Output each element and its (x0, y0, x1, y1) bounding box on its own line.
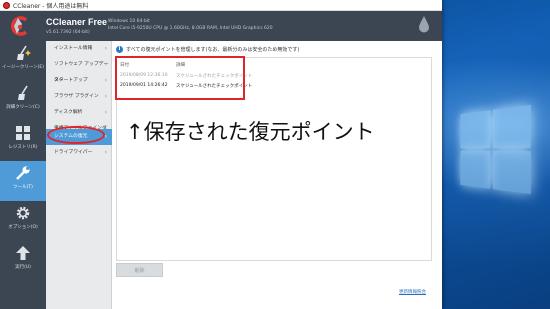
chevron-right-icon: › (104, 93, 107, 100)
submenu-item-drive-wiper[interactable]: ドライブワイパー › (46, 145, 112, 161)
info-bar: i すべての復元ポイントを管理します(なお、最新分のみは安全のため無効です) (116, 43, 438, 55)
submenu-item-label: インストール情報 (54, 46, 93, 51)
sidebar-item-registry[interactable]: レジストリ(R) (0, 121, 46, 161)
highlight-circle (47, 126, 105, 144)
title-bar[interactable]: CCleaner - 個人用途は無料 (0, 0, 442, 11)
ccleaner-app-icon (3, 1, 10, 9)
submenu-item-uninstall[interactable]: インストール情報 › (46, 41, 112, 57)
check-updates-link[interactable]: 更新情報照合 (399, 289, 426, 295)
system-hardware: Intel Core i5-9250U CPU @ 1.60GHz, 8.0GB… (108, 26, 273, 31)
system-info: Windows 10 64-bit Intel Core i5-9250U CP… (108, 18, 273, 32)
sidebar-item-custom-clean[interactable]: 詳細クリーン(C) (0, 81, 46, 121)
ccleaner-logo-icon (10, 16, 28, 36)
arrow-up-icon (16, 246, 30, 260)
sidebar-item-label: 詳細クリーン(C) (6, 105, 40, 110)
broom-icon (18, 85, 28, 100)
sidebar-item-upgrade[interactable]: 実行(U) (0, 241, 46, 281)
grid-icon (16, 126, 30, 140)
chevron-right-icon: › (104, 149, 107, 156)
app-name: CCleaner Free (46, 17, 108, 27)
wrench-icon (16, 166, 30, 180)
ccleaner-window: CCleaner - 個人用途は無料 CCleaner Free v5.61.7… (0, 0, 442, 309)
submenu-item-browser-plugins[interactable]: ブラウザ プラグイン › (46, 89, 112, 105)
submenu-item-label: ドライブワイパー (54, 150, 93, 155)
submenu-item-startup[interactable]: スタートアップ › (46, 73, 112, 89)
chevron-right-icon: › (104, 45, 107, 52)
submenu-item-software-updater[interactable]: ソフトウェア アップデーター › (46, 57, 112, 83)
info-icon: i (116, 45, 123, 53)
windows-logo (460, 104, 532, 196)
chevron-right-icon: › (104, 77, 107, 84)
broom-sparkle-icon (17, 45, 31, 60)
sidebar-item-label: 実行(U) (15, 265, 31, 270)
water-drop-icon (419, 16, 429, 33)
sidebar-item-easy-clean[interactable]: イージークリーン(E) (0, 41, 46, 81)
app-version: v5.61.7392 (64-bit) (46, 30, 90, 35)
sidebar-item-label: オプション(O) (8, 225, 38, 230)
sidebar: イージークリーン(E) 詳細クリーン(C) レジストリ(R) ツール(T) オプ… (0, 41, 46, 309)
info-text: すべての復元ポイントを管理します(なお、最新分のみは安全のため無効です) (126, 46, 300, 53)
gear-icon (16, 206, 30, 220)
chevron-right-icon: › (104, 109, 107, 116)
submenu-item-label: ブラウザ プラグイン (54, 94, 99, 99)
sidebar-item-label: レジストリ(R) (8, 145, 38, 150)
window-title: CCleaner - 個人用途は無料 (13, 2, 89, 10)
sidebar-item-label: ツール(T) (13, 185, 33, 190)
app-header: CCleaner Free v5.61.7392 (64-bit) Window… (0, 11, 442, 41)
sidebar-item-tools[interactable]: ツール(T) (0, 161, 46, 201)
chevron-right-icon: › (104, 61, 107, 68)
submenu-item-disk-analyzer[interactable]: ディスク解析 › (46, 105, 112, 121)
submenu-item-label: スタートアップ (54, 78, 88, 83)
highlight-rectangle (115, 56, 245, 100)
delete-button[interactable]: 削除 (116, 263, 163, 277)
submenu-item-label: ディスク解析 (54, 110, 83, 115)
annotation-caption: ↑保存された復元ポイント (126, 120, 375, 144)
sidebar-item-options[interactable]: オプション(O) (0, 201, 46, 241)
sidebar-item-label: イージークリーン(E) (1, 65, 45, 70)
system-os: Windows 10 64-bit (108, 19, 150, 24)
chevron-right-icon: › (104, 133, 107, 140)
tools-submenu: インストール情報 › ソフトウェア アップデーター › スタートアップ › ブラウザ … (46, 41, 112, 309)
